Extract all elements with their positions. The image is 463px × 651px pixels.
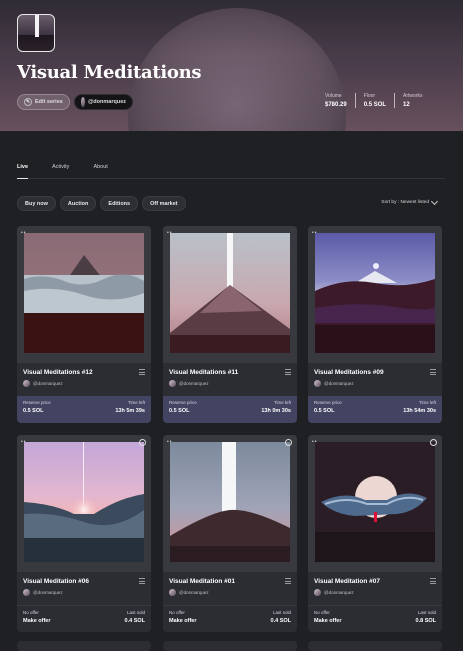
artwork-title: Visual Meditations #11 — [169, 369, 239, 376]
artwork-card[interactable] — [163, 641, 297, 651]
tab-live[interactable]: Live — [17, 161, 29, 179]
series-header: Visual Meditations ✎ Edit series @donmar… — [0, 0, 463, 131]
artwork-image — [315, 442, 435, 562]
chevron-down-icon — [430, 197, 439, 205]
filter-bar: Buy now Auction Editions Off market — [17, 196, 186, 211]
artwork-card[interactable]: •• Visual Meditations #11 @donmarquez Re… — [163, 226, 297, 423]
more-icon[interactable]: •• — [21, 230, 27, 236]
more-icon[interactable]: •• — [21, 439, 27, 445]
filter-off-market[interactable]: Off market — [142, 196, 186, 211]
more-icon[interactable]: •• — [312, 230, 318, 236]
more-icon[interactable]: •• — [312, 439, 318, 445]
artist-avatar — [81, 97, 85, 107]
artist-avatar — [169, 380, 176, 387]
stat-floor: Floor 0.5 SOL — [354, 93, 394, 108]
menu-icon[interactable] — [285, 369, 291, 375]
artist-avatar — [23, 380, 30, 387]
make-offer-link[interactable]: Make offer — [314, 618, 342, 624]
pencil-icon: ✎ — [24, 98, 32, 106]
more-icon[interactable]: •• — [167, 230, 173, 236]
artwork-card[interactable]: •• Visual Meditation #06 @donmarquez No … — [17, 435, 151, 632]
artist-profile-button[interactable]: @donmarquez — [74, 94, 133, 110]
series-avatar — [17, 14, 55, 52]
more-icon[interactable]: •• — [167, 439, 173, 445]
menu-icon[interactable] — [139, 369, 145, 375]
edit-series-label: Edit series — [35, 99, 63, 105]
menu-icon[interactable] — [285, 578, 291, 584]
artwork-image — [24, 233, 144, 353]
artwork-artist[interactable]: @donmarquez — [314, 589, 354, 596]
artwork-image — [24, 442, 144, 562]
artwork-artist[interactable]: @donmarquez — [23, 380, 63, 387]
series-tabs: Live Activity About — [17, 161, 445, 179]
artwork-title: Visual Meditation #01 — [169, 578, 235, 585]
artwork-image — [170, 442, 290, 562]
sale-info: No offer Make offer Last sold 0.4 SOL — [163, 605, 297, 632]
edit-series-button[interactable]: ✎ Edit series — [17, 94, 70, 110]
tab-activity[interactable]: Activity — [52, 161, 69, 179]
artwork-card[interactable]: •• Visual Meditations #09 @donmarquez Re… — [308, 226, 442, 423]
make-offer-link[interactable]: Make offer — [23, 618, 51, 624]
sort-label: Sort by : Newest listed — [381, 200, 429, 205]
tab-about[interactable]: About — [93, 161, 107, 179]
filter-buy-now[interactable]: Buy now — [17, 196, 56, 211]
make-offer-link[interactable]: Make offer — [169, 618, 197, 624]
refresh-icon[interactable] — [139, 439, 146, 446]
artwork-title: Visual Meditations #12 — [23, 369, 93, 376]
artwork-card[interactable] — [308, 641, 442, 651]
artwork-artist[interactable]: @donmarquez — [169, 380, 209, 387]
artist-handle: @donmarquez — [87, 99, 126, 105]
artist-avatar — [314, 380, 321, 387]
artwork-artist[interactable]: @donmarquez — [23, 589, 63, 596]
sale-info: No offer Make offer Last sold 0.4 SOL — [17, 605, 151, 632]
sort-dropdown[interactable]: Sort by : Newest listed — [381, 197, 439, 205]
sale-info: No offer Make offer Last sold 0.8 SOL — [308, 605, 442, 632]
refresh-icon[interactable] — [285, 439, 292, 446]
series-title: Visual Meditations — [17, 62, 202, 83]
artwork-artist[interactable]: @donmarquez — [314, 380, 354, 387]
stat-artworks: Artworks 12 — [394, 93, 430, 108]
refresh-icon[interactable] — [430, 439, 437, 446]
artwork-image — [315, 233, 435, 353]
artist-avatar — [23, 589, 30, 596]
auction-info: Reserve price 0.5 SOL Time left 13h 5m 39s — [17, 396, 151, 423]
stat-volume: Volume $780.29 — [325, 93, 347, 108]
filter-editions[interactable]: Editions — [100, 196, 139, 211]
auction-info: Reserve price 0.5 SOL Time left 13h 54m 30… — [308, 396, 442, 423]
artwork-card[interactable]: •• Visual Meditations #12 @donmarquez Re… — [17, 226, 151, 423]
artwork-title: Visual Meditation #06 — [23, 578, 89, 585]
artwork-title: Visual Meditation #07 — [314, 578, 380, 585]
artwork-image — [170, 233, 290, 353]
artwork-card[interactable]: •• Visual Meditation #07 @donmarquez No … — [308, 435, 442, 632]
artwork-artist[interactable]: @donmarquez — [169, 589, 209, 596]
auction-info: Reserve price 0.5 SOL Time left 13h 0m 30s — [163, 396, 297, 423]
series-stats: Volume $780.29 Floor 0.5 SOL Artworks 12 — [317, 93, 431, 108]
menu-icon[interactable] — [139, 578, 145, 584]
menu-icon[interactable] — [430, 369, 436, 375]
artwork-card[interactable]: •• Visual Meditation #01 @donmarquez No … — [163, 435, 297, 632]
filter-auction[interactable]: Auction — [59, 196, 97, 211]
artwork-card[interactable] — [17, 641, 151, 651]
artist-avatar — [314, 589, 321, 596]
menu-icon[interactable] — [430, 578, 436, 584]
artwork-title: Visual Meditations #09 — [314, 369, 384, 376]
artist-avatar — [169, 589, 176, 596]
